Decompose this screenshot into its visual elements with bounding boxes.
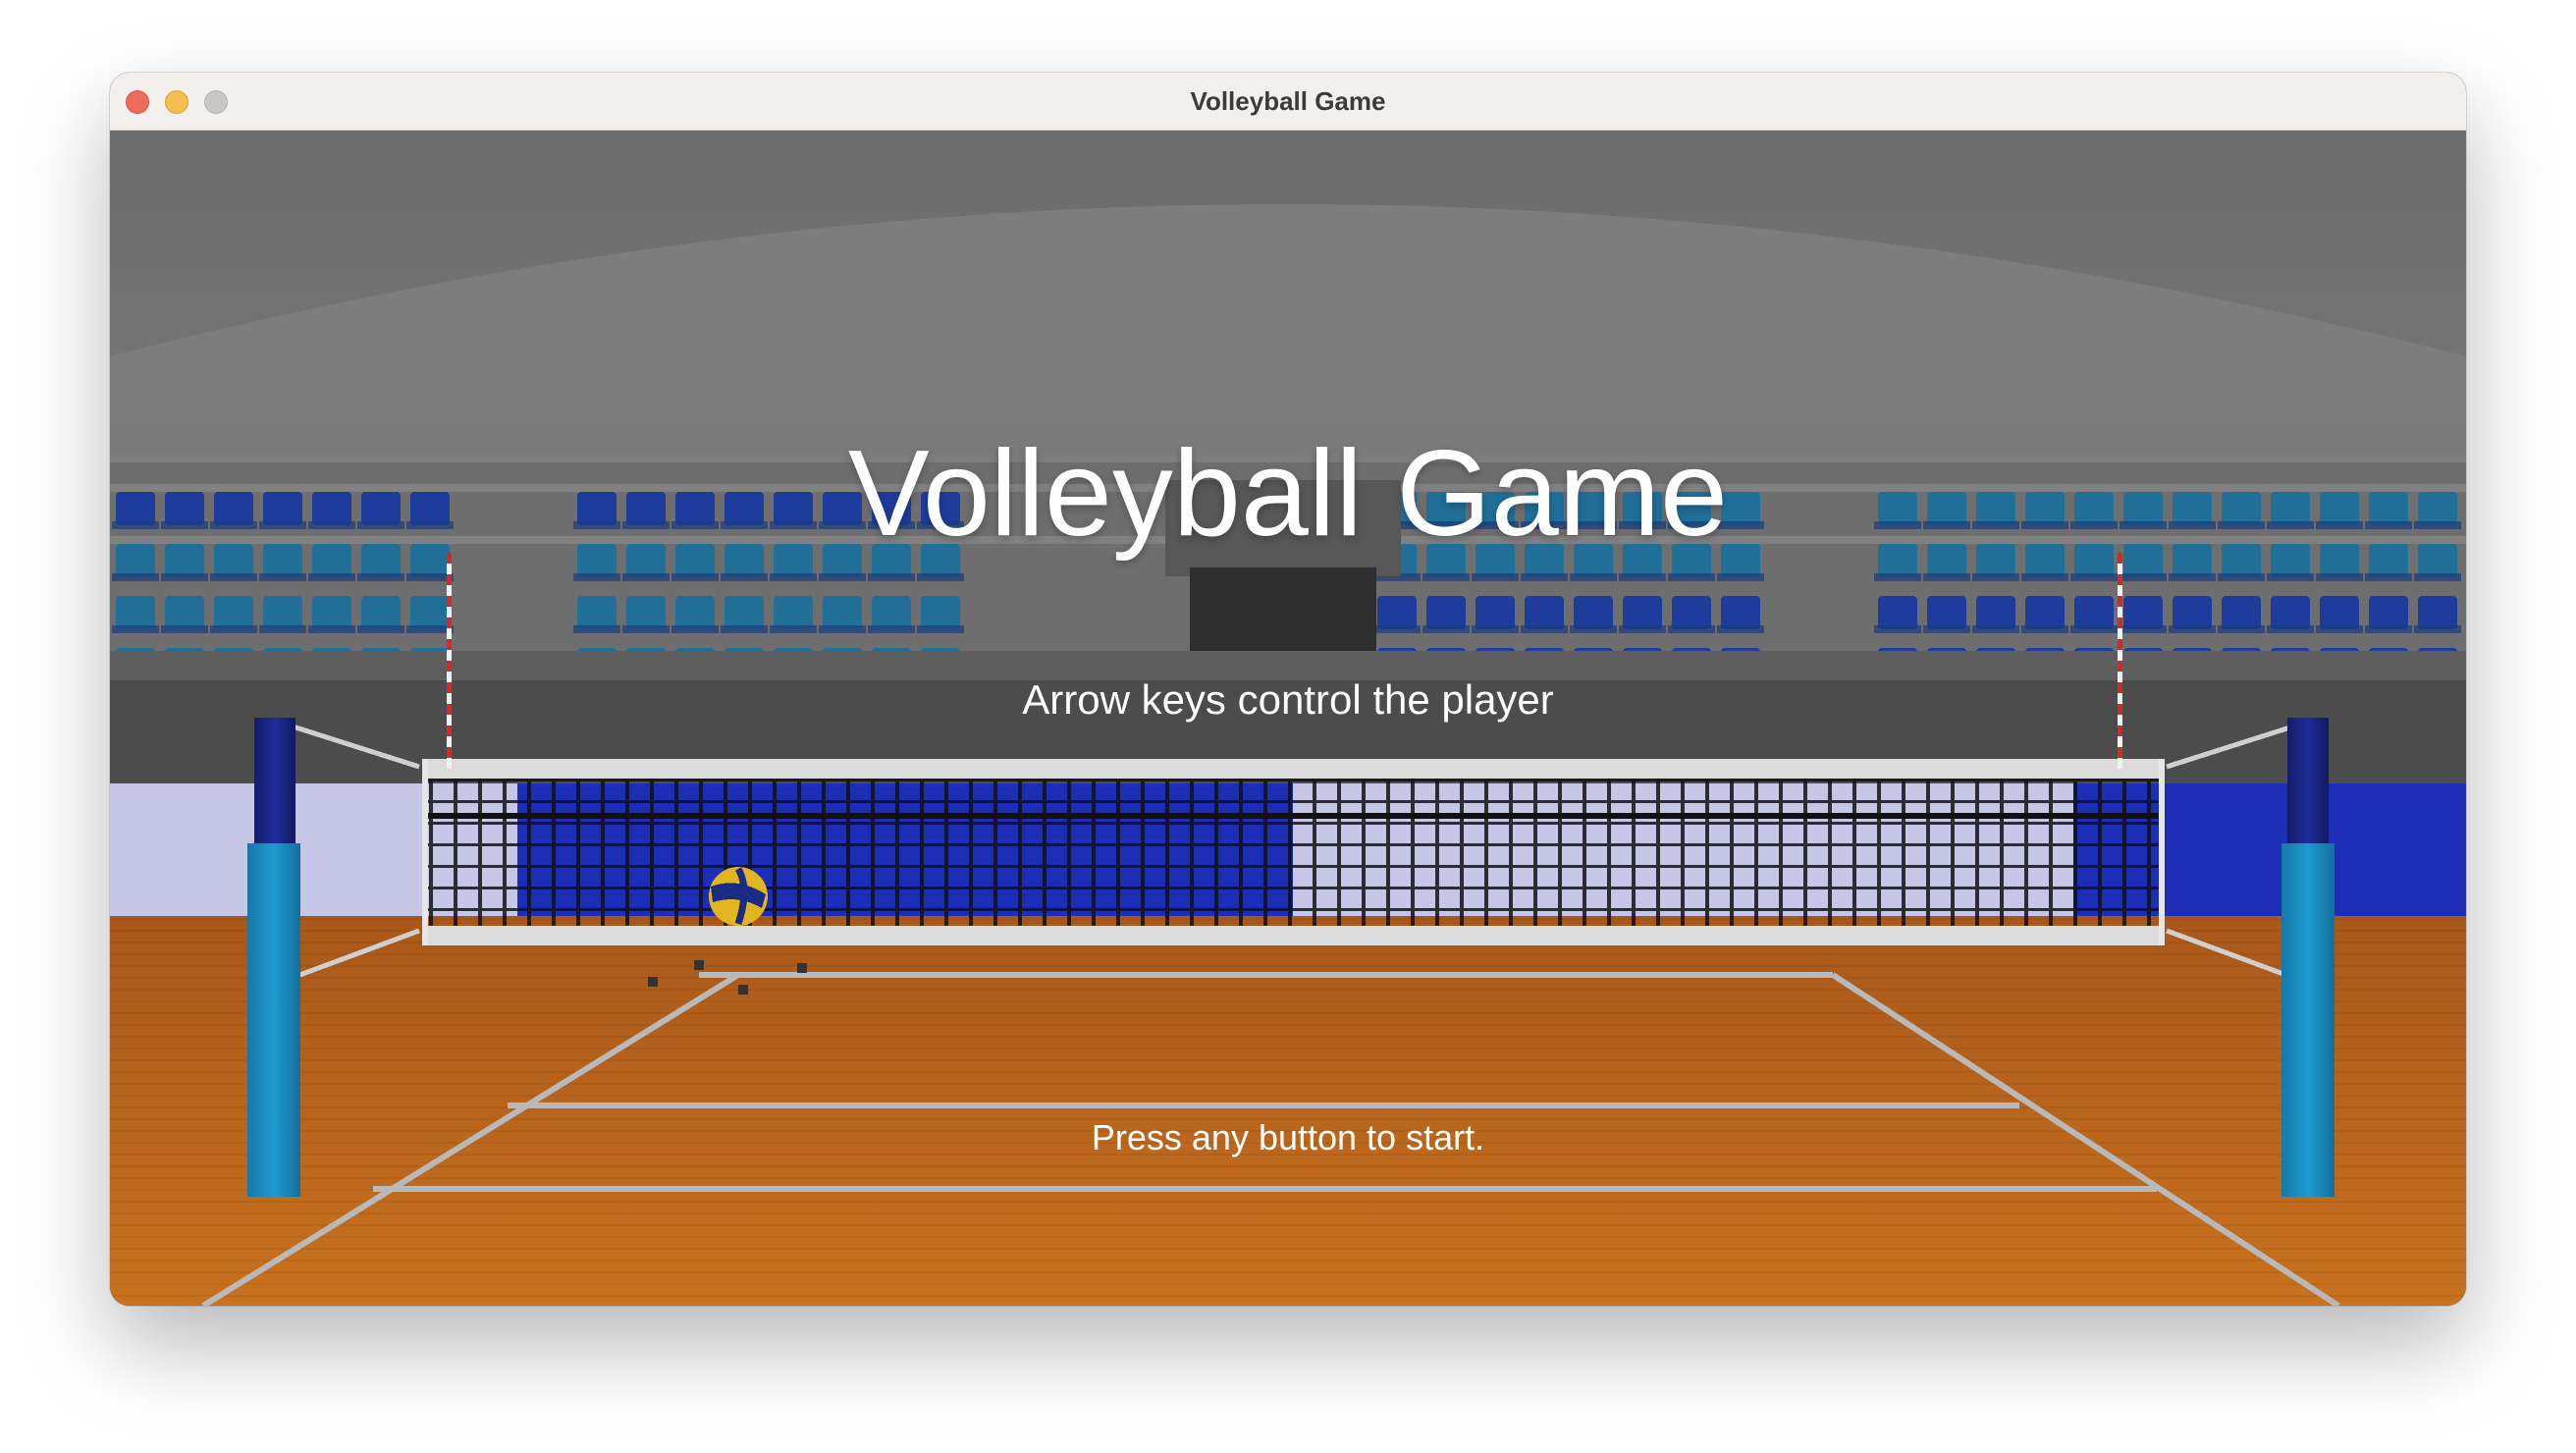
game-title: Volleyball Game [847,426,1729,562]
window-title: Volleyball Game [1190,86,1386,116]
instructions-text: Arrow keys control the player [1022,676,1554,723]
start-prompt: Press any button to start. [1091,1117,1485,1157]
title-bar: Volleyball Game [110,73,2466,131]
app-window: Volleyball Game Volleyball Game Arrow ke… [110,73,2466,1306]
game-viewport[interactable]: Volleyball Game Arrow keys control the p… [110,131,2466,1306]
